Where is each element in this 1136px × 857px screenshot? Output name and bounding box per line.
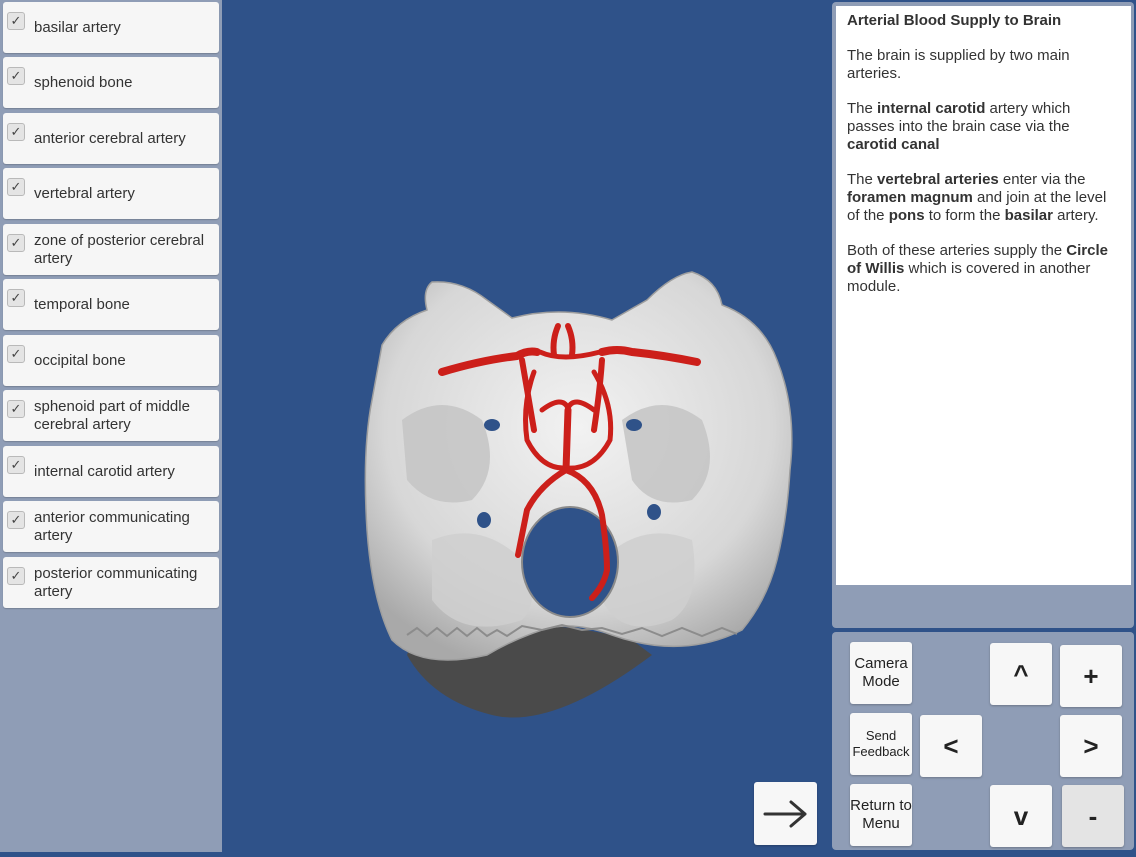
info-text: to form the	[924, 207, 1005, 224]
info-term: carotid canal	[847, 136, 940, 153]
layer-list-panel: ✓ basilar artery ✓ sphenoid bone ✓ anter…	[0, 0, 222, 852]
layer-item-basilar-artery[interactable]: ✓ basilar artery	[3, 2, 219, 53]
info-paragraph: The brain is supplied by two main arteri…	[847, 47, 1070, 82]
pan-right-button[interactable]: >	[1060, 715, 1122, 777]
info-term: pons	[888, 207, 925, 224]
foramen	[484, 419, 500, 431]
checkmark-icon[interactable]: ✓	[7, 345, 25, 363]
layer-item-anterior-cerebral-artery[interactable]: ✓ anterior cerebral artery	[3, 113, 219, 164]
checkmark-icon[interactable]: ✓	[7, 289, 25, 307]
layer-label: occipital bone	[34, 351, 126, 369]
layer-label: zone of posterior cerebral artery	[34, 231, 205, 267]
foramen	[626, 419, 642, 431]
checkmark-icon[interactable]: ✓	[7, 12, 25, 30]
skull-model[interactable]	[222, 0, 832, 852]
layer-item-middle-cerebral-artery[interactable]: ✓ sphenoid part of middle cerebral arter…	[3, 390, 219, 441]
info-text: artery.	[1052, 207, 1099, 224]
info-text: Both of these arteries supply the	[847, 242, 1067, 259]
layer-item-occipital-bone[interactable]: ✓ occipital bone	[3, 335, 219, 386]
arrow-right-icon	[763, 800, 806, 827]
layer-label: posterior communicating artery	[34, 564, 198, 600]
checkmark-icon[interactable]: ✓	[7, 400, 25, 418]
layer-item-sphenoid-bone[interactable]: ✓ sphenoid bone	[3, 57, 219, 108]
send-feedback-button[interactable]: Send Feedback	[850, 713, 912, 775]
info-text: The	[847, 171, 878, 188]
info-term: vertebral arteries	[877, 171, 999, 188]
layer-label: vertebral artery	[34, 184, 135, 202]
temporal-bone	[402, 405, 490, 503]
layer-label: anterior cerebral artery	[34, 129, 186, 147]
pan-left-button[interactable]: <	[920, 715, 982, 777]
next-button[interactable]	[754, 782, 817, 845]
layer-label: anterior communicating artery	[34, 508, 190, 544]
layer-item-internal-carotid-artery[interactable]: ✓ internal carotid artery	[3, 446, 219, 497]
pan-down-button[interactable]: v	[990, 785, 1052, 847]
layer-item-temporal-bone[interactable]: ✓ temporal bone	[3, 279, 219, 330]
info-title: Arterial Blood Supply to Brain	[847, 12, 1062, 29]
zoom-in-button[interactable]: +	[1060, 645, 1122, 707]
checkmark-icon[interactable]: ✓	[7, 456, 25, 474]
layer-label: sphenoid bone	[34, 73, 133, 91]
layer-item-posterior-cerebral-zone[interactable]: ✓ zone of posterior cerebral artery	[3, 224, 219, 275]
info-term: basilar	[1004, 207, 1053, 224]
return-to-menu-button[interactable]: Return to Menu	[850, 784, 912, 846]
camera-mode-button[interactable]: Camera Mode	[850, 642, 912, 704]
3d-viewport[interactable]	[222, 0, 832, 852]
basilar-artery[interactable]	[562, 406, 572, 474]
info-paragraph: Both of these arteries supply the Circle…	[847, 242, 1120, 296]
pan-up-button[interactable]: ^	[990, 643, 1052, 705]
info-term: foramen magnum	[847, 189, 973, 206]
checkmark-icon[interactable]: ✓	[7, 567, 25, 585]
info-paragraph: The vertebral arteries enter via the for…	[847, 171, 1120, 225]
info-paragraph: The internal carotid artery which passes…	[847, 100, 1120, 154]
info-panel: Arterial Blood Supply to Brain The brain…	[836, 6, 1131, 585]
layer-label: basilar artery	[34, 18, 121, 36]
info-text: enter via the	[998, 171, 1086, 188]
layer-item-posterior-communicating-artery[interactable]: ✓ posterior communicating artery	[3, 557, 219, 608]
layer-label: sphenoid part of middle cerebral artery	[34, 397, 190, 433]
layer-item-anterior-communicating-artery[interactable]: ✓ anterior communicating artery	[3, 501, 219, 552]
checkmark-icon[interactable]: ✓	[7, 123, 25, 141]
layer-label: temporal bone	[34, 295, 130, 313]
foramen	[647, 504, 661, 520]
layer-item-vertebral-artery[interactable]: ✓ vertebral artery	[3, 168, 219, 219]
checkmark-icon[interactable]: ✓	[7, 178, 25, 196]
info-text: The	[847, 100, 878, 117]
layer-label: internal carotid artery	[34, 462, 175, 480]
info-term: internal carotid	[877, 100, 986, 117]
checkmark-icon[interactable]: ✓	[7, 67, 25, 85]
checkmark-icon[interactable]: ✓	[7, 511, 25, 529]
zoom-out-button[interactable]: -	[1062, 785, 1124, 847]
checkmark-icon[interactable]: ✓	[7, 234, 25, 252]
foramen	[477, 512, 491, 528]
